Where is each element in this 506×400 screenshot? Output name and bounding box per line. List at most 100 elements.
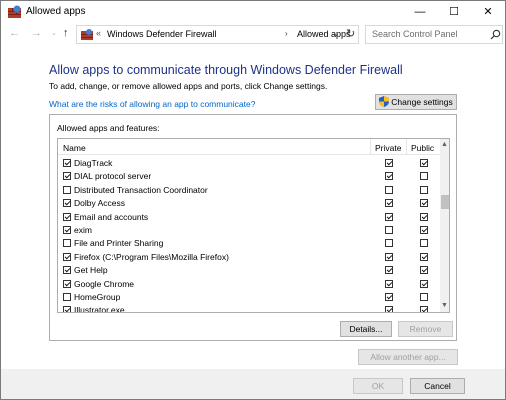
app-enabled-checkbox[interactable] [63, 159, 71, 167]
column-divider [370, 139, 371, 155]
risks-link[interactable]: What are the risks of allowing an app to… [49, 99, 255, 109]
private-checkbox[interactable] [385, 293, 393, 301]
instructions-text: To add, change, or remove allowed apps a… [49, 81, 328, 91]
app-enabled-checkbox[interactable] [63, 212, 71, 221]
private-checkbox[interactable] [385, 239, 393, 248]
list-item[interactable]: File and Printer Sharing [58, 236, 440, 249]
breadcrumb-firewall[interactable]: Windows Defender Firewall [107, 29, 217, 39]
app-enabled-checkbox[interactable] [63, 266, 71, 275]
column-header-private[interactable]: Private [375, 143, 401, 153]
search-input[interactable]: Search Control Panel [372, 29, 458, 39]
public-checkbox[interactable] [420, 199, 428, 208]
public-checkbox[interactable] [420, 212, 428, 221]
search-box[interactable]: Search Control Panel [365, 25, 503, 44]
list-item[interactable]: Google Chrome [58, 277, 440, 290]
uac-shield-icon [379, 96, 390, 107]
public-checkbox[interactable] [420, 252, 428, 261]
list-item[interactable]: DIAL protocol server [58, 169, 440, 182]
list-item[interactable]: Distributed Transaction Coordinator [58, 183, 440, 196]
private-checkbox[interactable] [385, 212, 393, 221]
app-enabled-checkbox[interactable] [63, 293, 71, 301]
recent-locations-dropdown[interactable]: ⌄ [51, 29, 57, 37]
public-checkbox[interactable] [420, 185, 428, 194]
private-checkbox[interactable] [385, 226, 393, 234]
allowed-apps-window: Allowed apps — ☐ ✕ ← → ⌄ ↑ « Windows Def… [0, 0, 506, 400]
allowed-apps-panel: Allowed apps and features: Name Private … [49, 114, 457, 341]
public-checkbox[interactable] [420, 266, 428, 275]
app-name: exim [74, 225, 92, 235]
app-enabled-checkbox[interactable] [63, 226, 71, 234]
app-enabled-checkbox[interactable] [63, 306, 71, 312]
private-checkbox[interactable] [385, 172, 393, 181]
list-item[interactable]: DiagTrack [58, 156, 440, 169]
public-checkbox[interactable] [420, 226, 428, 234]
search-icon[interactable] [490, 29, 501, 40]
public-checkbox[interactable] [420, 159, 428, 167]
scroll-down-icon[interactable]: ▼ [441, 302, 448, 309]
list-item[interactable]: Illustrator.exe [58, 303, 440, 313]
up-button[interactable]: ↑ [63, 27, 69, 39]
app-enabled-checkbox[interactable] [63, 279, 71, 288]
column-divider [406, 139, 407, 155]
app-enabled-checkbox[interactable] [63, 172, 71, 181]
private-checkbox[interactable] [385, 279, 393, 288]
breadcrumb-separator-icon[interactable]: › [285, 29, 288, 38]
public-checkbox[interactable] [420, 172, 428, 181]
private-checkbox[interactable] [385, 266, 393, 275]
private-checkbox[interactable] [385, 159, 393, 167]
public-checkbox[interactable] [420, 306, 428, 312]
app-name: Illustrator.exe [74, 305, 125, 313]
public-checkbox[interactable] [420, 239, 428, 248]
title-bar: Allowed apps — ☐ ✕ [1, 1, 505, 23]
minimize-button[interactable]: — [403, 1, 437, 23]
cancel-button[interactable]: Cancel [410, 378, 465, 394]
column-header-public[interactable]: Public [411, 143, 434, 153]
remove-button[interactable]: Remove [398, 321, 453, 337]
list-item[interactable]: Dolby Access [58, 196, 440, 209]
page-title: Allow apps to communicate through Window… [49, 63, 403, 77]
private-checkbox[interactable] [385, 185, 393, 194]
app-name: File and Printer Sharing [74, 238, 164, 249]
list-item[interactable]: Email and accounts [58, 210, 440, 223]
private-checkbox[interactable] [385, 252, 393, 261]
app-enabled-checkbox[interactable] [63, 199, 71, 208]
maximize-button[interactable]: ☐ [437, 1, 471, 23]
app-enabled-checkbox[interactable] [63, 185, 71, 194]
app-enabled-checkbox[interactable] [63, 239, 71, 248]
scroll-up-icon[interactable]: ▲ [441, 141, 448, 148]
address-bar[interactable]: « Windows Defender Firewall › Allowed ap… [76, 25, 359, 44]
breadcrumb-allowed-apps[interactable]: Allowed apps [297, 29, 351, 39]
breadcrumb-overflow[interactable]: « [96, 28, 101, 38]
app-enabled-checkbox[interactable] [63, 252, 71, 261]
change-settings-label: Change settings [391, 97, 453, 107]
private-checkbox[interactable] [385, 199, 393, 208]
vertical-scrollbar[interactable]: ▲ ▼ [440, 139, 449, 312]
allow-another-app-button[interactable]: Allow another app... [358, 349, 458, 365]
app-name: Firefox (C:\Program Files\Mozilla Firefo… [74, 251, 229, 262]
app-name: Get Help [74, 265, 108, 276]
list-item[interactable]: HomeGroup [58, 290, 440, 303]
public-checkbox[interactable] [420, 279, 428, 288]
app-name: Dolby Access [74, 198, 126, 209]
scroll-thumb[interactable] [441, 195, 449, 209]
apps-list[interactable]: Name Private Public DiagTrack DIAL protoc… [57, 138, 450, 313]
public-checkbox[interactable] [420, 293, 428, 301]
address-dropdown-icon[interactable]: ⌄ [333, 29, 340, 38]
navigation-bar: ← → ⌄ ↑ « Windows Defender Firewall › Al… [1, 23, 505, 47]
app-name: Distributed Transaction Coordinator [74, 184, 208, 195]
change-settings-button[interactable]: Change settings [375, 94, 457, 110]
ok-button[interactable]: OK [353, 378, 403, 394]
list-item[interactable]: Firefox (C:\Program Files\Mozilla Firefo… [58, 250, 440, 263]
close-button[interactable]: ✕ [471, 1, 505, 23]
refresh-icon[interactable]: ↻ [346, 27, 355, 40]
column-header-name[interactable]: Name [63, 143, 86, 153]
list-item[interactable]: Get Help [58, 263, 440, 276]
app-name: DiagTrack [74, 158, 113, 168]
list-item[interactable]: exim [58, 223, 440, 236]
forward-button[interactable]: → [31, 27, 42, 39]
private-checkbox[interactable] [385, 306, 393, 312]
details-button[interactable]: Details... [340, 321, 392, 337]
window-title: Allowed apps [26, 6, 86, 17]
firewall-icon [8, 5, 21, 18]
back-button[interactable]: ← [9, 27, 20, 39]
